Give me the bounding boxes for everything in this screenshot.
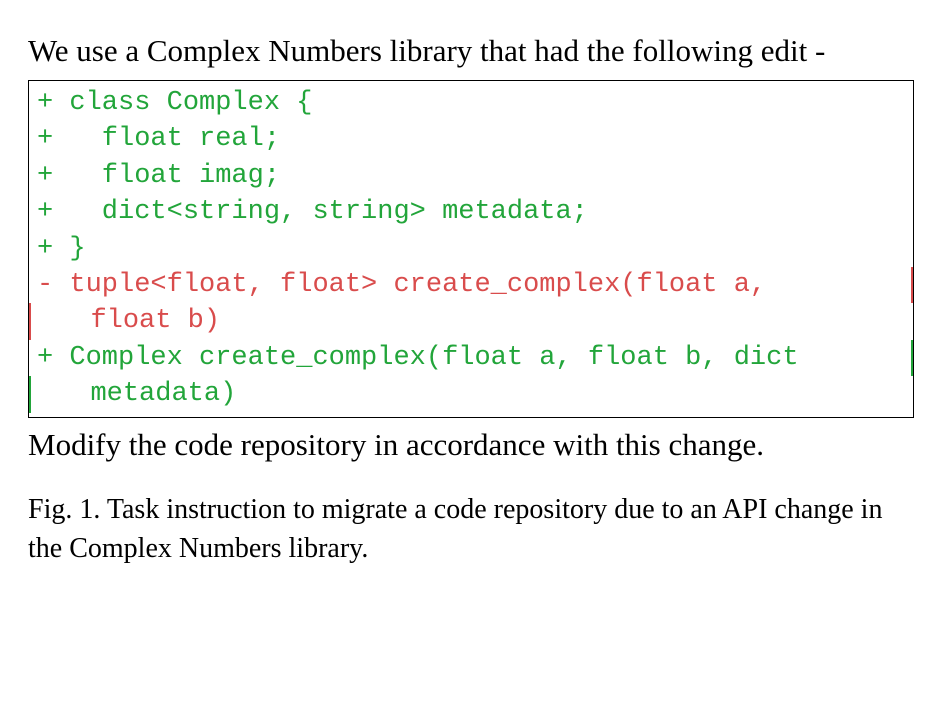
diff-line-added: + class Complex { <box>37 85 905 121</box>
diff-line-removed-continuation: float b) <box>37 303 905 339</box>
diff-line-added: + Complex create_complex(float a, float … <box>37 340 905 376</box>
diff-line-added-continuation: metadata) <box>37 376 905 412</box>
diff-line-added: + float imag; <box>37 158 905 194</box>
figure-caption: Fig. 1. Task instruction to migrate a co… <box>28 490 914 568</box>
diff-line-added: + dict<string, string> metadata; <box>37 194 905 230</box>
diff-line-removed: - tuple<float, float> create_complex(flo… <box>37 267 905 303</box>
diff-line-added: + float real; <box>37 121 905 157</box>
diff-line-added: + } <box>37 231 905 267</box>
diff-code-block: + class Complex { + float real; + float … <box>28 80 914 418</box>
outro-paragraph: Modify the code repository in accordance… <box>28 424 914 466</box>
intro-paragraph: We use a Complex Numbers library that ha… <box>28 30 914 72</box>
